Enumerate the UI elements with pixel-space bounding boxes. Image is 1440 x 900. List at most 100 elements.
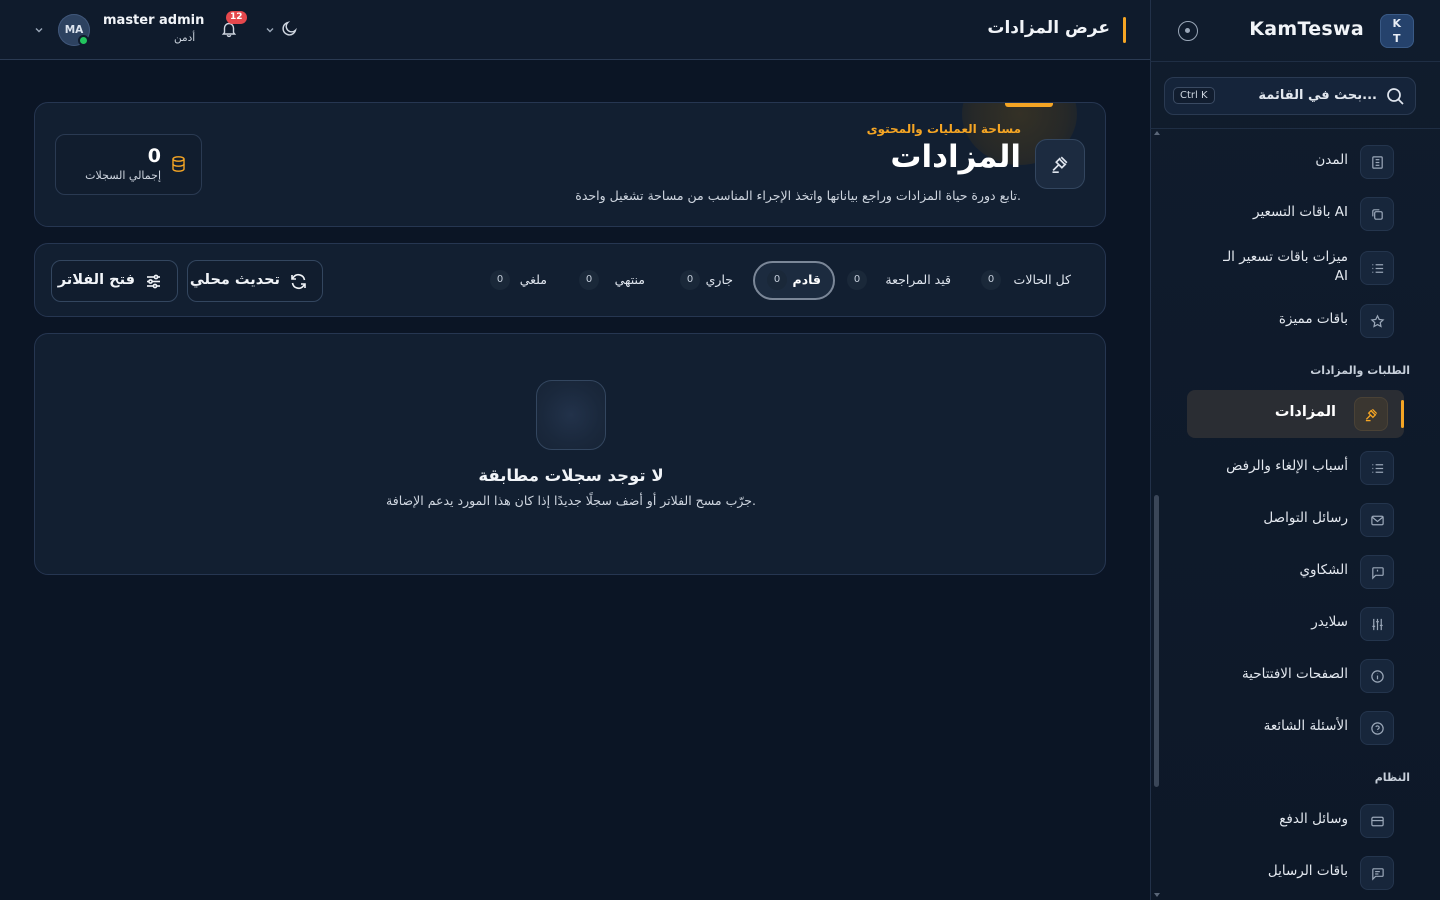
chevron-down-icon[interactable] <box>34 25 44 35</box>
auctions-hero-card: مساحة العمليات والمحتوى المزادات تابع دو… <box>34 102 1106 227</box>
sliders-icon <box>147 274 160 289</box>
help-icon <box>1360 711 1394 745</box>
gavel-icon <box>1354 397 1388 431</box>
tab-ongoing[interactable]: جاري 0 <box>673 261 743 300</box>
tab-label: ملغي <box>519 272 547 287</box>
sidebar-item-label: الأسئلة الشائعة <box>1263 718 1348 734</box>
search-placeholder: بحث في القائمة... <box>1258 88 1377 103</box>
active-indicator <box>1401 400 1404 428</box>
star-icon <box>1360 304 1394 338</box>
records-empty-state: لا توجد سجلات مطابقة جرّب مسح الفلاتر أو… <box>34 333 1106 575</box>
list-icon <box>1360 251 1394 285</box>
sidebar-search-input[interactable]: بحث في القائمة... Ctrl K <box>1164 77 1416 115</box>
building-icon <box>1360 145 1394 179</box>
sidebar-item-ai-plan-features[interactable]: ميزات باقات تسعير الـ AI <box>1194 247 1404 287</box>
stat-value: 0 <box>147 145 161 167</box>
sidebar: K T KamTeswa بحث في القائمة... Ctrl K ال… <box>1150 0 1440 900</box>
tab-label: كل الحالات <box>1013 272 1071 287</box>
chevron-down-icon[interactable] <box>265 25 275 35</box>
sidebar-item-auctions[interactable]: المزادات <box>1187 390 1404 438</box>
sidebar-item-label: أسباب الإلغاء والرفض <box>1226 458 1348 474</box>
sidebar-item-label: ميزات باقات تسعير الـ AI <box>1223 249 1348 284</box>
user-role: أدمن <box>174 32 196 44</box>
sidebar-item-payment-methods[interactable]: وسائل الدفع <box>1194 800 1404 840</box>
tab-upcoming[interactable]: قادم 0 <box>753 261 835 300</box>
sidebar-item-label: المدن <box>1315 152 1348 168</box>
refresh-icon <box>291 273 306 290</box>
section-heading-system: النظام <box>1374 771 1410 784</box>
user-name[interactable]: master admin <box>103 13 204 28</box>
tab-count: 0 <box>490 270 510 290</box>
tab-label: جاري <box>705 272 733 287</box>
card-icon <box>1360 804 1394 838</box>
open-filters-button[interactable]: فتح الفلاتر <box>51 260 178 302</box>
sidebar-toggle-icon[interactable] <box>1178 21 1198 41</box>
local-refresh-button[interactable]: تحديث محلي <box>187 260 323 302</box>
gavel-icon <box>1035 139 1085 189</box>
sidebar-item-label: الصفحات الافتتاحية <box>1241 666 1348 682</box>
database-icon <box>172 156 185 172</box>
tab-label: قيد المراجعة <box>885 272 951 287</box>
search-icon <box>1387 88 1404 105</box>
tab-count: 0 <box>847 270 867 290</box>
total-records-stat: 0 إجمالي السجلات <box>55 134 202 195</box>
empty-state-description: جرّب مسح الفلاتر أو أضف سجلًا جديدًا إذا… <box>386 493 756 508</box>
button-label: فتح الفلاتر <box>57 272 135 288</box>
hero-title: المزادات <box>890 139 1021 175</box>
empty-state-icon <box>536 380 606 450</box>
sidebar-item-label: رسائل التواصل <box>1263 510 1348 526</box>
topbar: عرض المزادات MA master admin أدمن 12 <box>0 0 1150 60</box>
sidebar-item-label: وسائل الدفع <box>1279 811 1348 827</box>
sidebar-item-label: المزادات <box>1274 404 1336 420</box>
stat-label: إجمالي السجلات <box>85 169 161 182</box>
tab-label: منتهي <box>614 272 645 287</box>
mail-icon <box>1360 503 1394 537</box>
sidebar-item-featured-plans[interactable]: باقات مميزة <box>1194 300 1404 340</box>
hero-description: تابع دورة حياة المزادات وراجع بياناتها و… <box>575 188 1021 203</box>
tab-all-statuses[interactable]: كل الحالات 0 <box>975 261 1085 300</box>
button-label: تحديث محلي <box>189 272 280 288</box>
sidebar-item-faq[interactable]: الأسئلة الشائعة <box>1194 707 1404 747</box>
page-title: عرض المزادات <box>987 18 1110 38</box>
empty-state-title: لا توجد سجلات مطابقة <box>478 466 664 485</box>
title-accent-bar <box>1123 17 1126 43</box>
moon-icon[interactable] <box>281 20 298 37</box>
scrollbar-thumb[interactable] <box>1154 495 1159 787</box>
scroll-down-arrow[interactable] <box>1154 893 1160 897</box>
sliders-icon <box>1360 607 1394 641</box>
online-status-dot <box>78 35 89 46</box>
sidebar-item-ai-pricing-plans[interactable]: باقات التسعير AI <box>1194 193 1404 233</box>
scroll-up-arrow[interactable] <box>1154 131 1160 135</box>
sidebar-item-cities[interactable]: المدن <box>1194 141 1404 181</box>
message-icon <box>1360 555 1394 589</box>
sidebar-item-label: باقات الرسايل <box>1267 863 1348 879</box>
tab-under-review[interactable]: قيد المراجعة 0 <box>845 261 965 300</box>
section-heading-requests: الطلبات والمزادات <box>1310 364 1410 377</box>
hero-kicker: مساحة العمليات والمحتوى <box>866 122 1021 136</box>
sidebar-item-contact-messages[interactable]: رسائل التواصل <box>1194 499 1404 539</box>
tab-cancelled[interactable]: ملغي 0 <box>481 261 561 300</box>
status-filter-bar: كل الحالات 0 قيد المراجعة 0 قادم 0 جاري … <box>34 243 1106 317</box>
brand-header: K T KamTeswa <box>1150 0 1440 62</box>
sidebar-item-label: الشكاوي <box>1299 562 1348 578</box>
sidebar-nav: المدن باقات التسعير AI ميزات باقات تسعير… <box>1150 128 1440 900</box>
tab-count: 0 <box>981 270 1001 290</box>
notification-badge: 12 <box>226 11 247 24</box>
brand-logo[interactable]: K T <box>1380 14 1414 48</box>
brand-name: KamTeswa <box>1249 18 1364 40</box>
sidebar-item-label: باقات التسعير AI <box>1253 204 1348 220</box>
chat-icon <box>1360 856 1394 890</box>
sidebar-item-onboarding-pages[interactable]: الصفحات الافتتاحية <box>1194 655 1404 695</box>
sidebar-scrollbar[interactable] <box>1152 129 1160 900</box>
sidebar-item-label: باقات مميزة <box>1278 311 1348 327</box>
sidebar-item-message-plans[interactable]: باقات الرسايل <box>1194 852 1404 892</box>
tab-ended[interactable]: منتهي 0 <box>569 261 655 300</box>
sidebar-item-cancel-reasons[interactable]: أسباب الإلغاء والرفض <box>1194 447 1404 487</box>
copy-icon <box>1360 197 1394 231</box>
tab-count: 0 <box>767 270 787 290</box>
sidebar-item-label: سلايدر <box>1311 614 1348 630</box>
tab-count: 0 <box>579 270 599 290</box>
sidebar-item-complaints[interactable]: الشكاوي <box>1194 551 1404 591</box>
sidebar-item-slider[interactable]: سلايدر <box>1194 603 1404 643</box>
tab-count: 0 <box>680 270 700 290</box>
